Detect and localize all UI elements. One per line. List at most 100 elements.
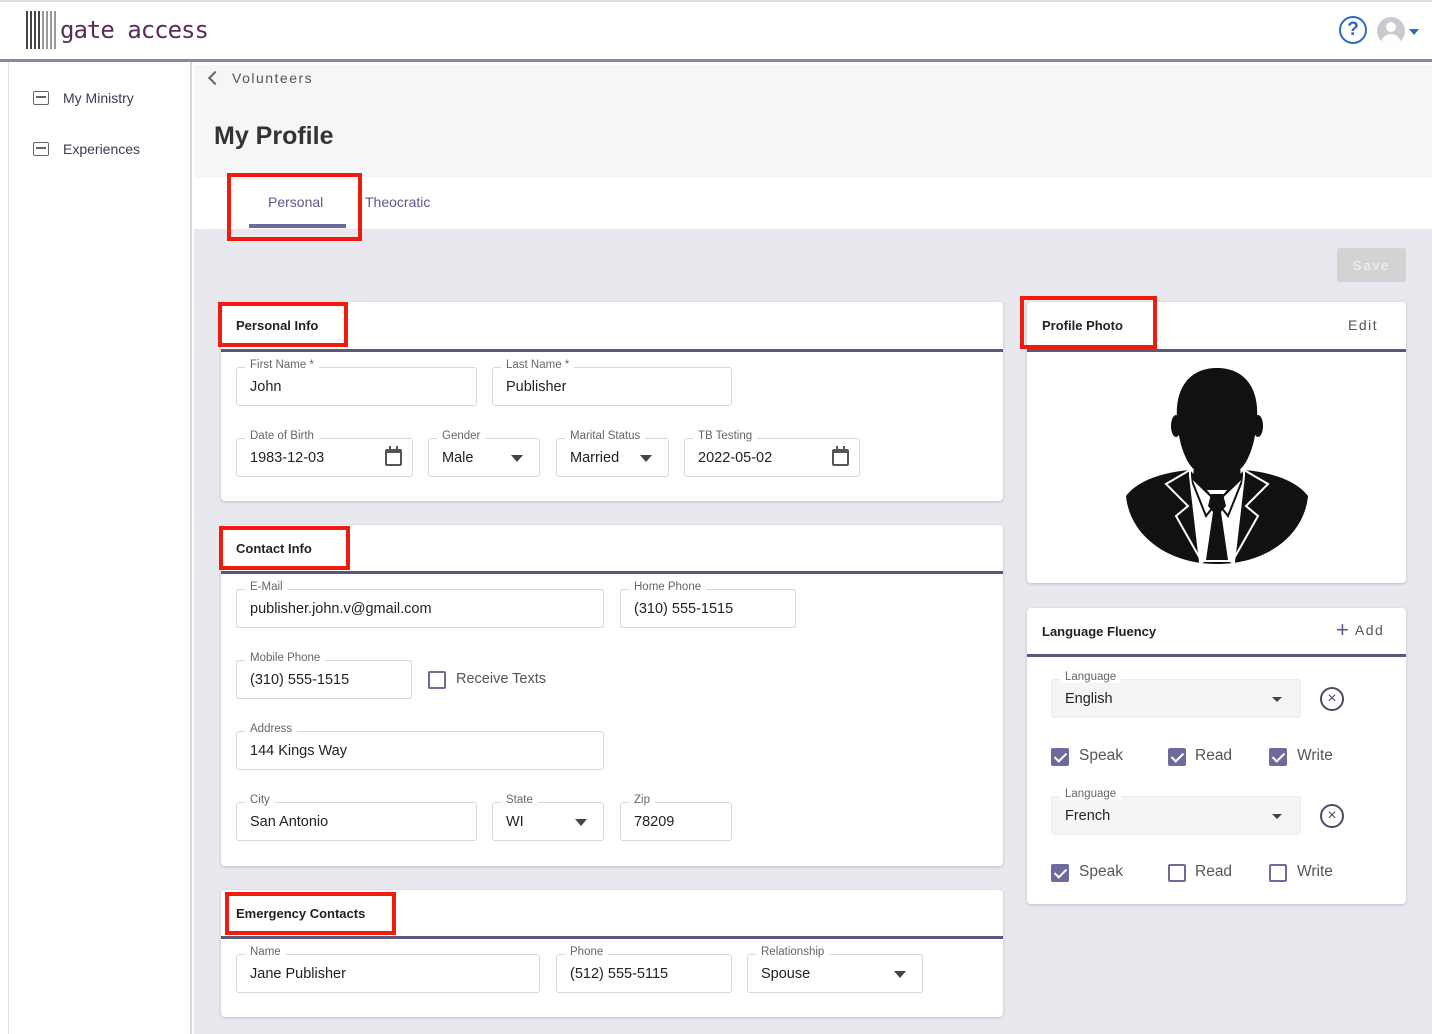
write-checkbox[interactable] <box>1269 864 1287 882</box>
highlight-box <box>219 526 350 570</box>
field-value: John <box>250 379 282 395</box>
highlight-box <box>225 892 396 935</box>
chevron-down-icon[interactable] <box>1409 29 1419 35</box>
sidebar-item-experiences[interactable]: Experiences <box>33 141 140 157</box>
state-select[interactable]: State WI <box>492 794 604 841</box>
field-value: (310) 555-1515 <box>634 601 734 617</box>
field-value: (310) 555-1515 <box>250 672 350 688</box>
save-button[interactable]: Save <box>1337 248 1406 282</box>
field-label: State <box>501 794 538 806</box>
field-value: (512) 555-5115 <box>570 966 669 982</box>
edit-photo-link[interactable]: Edit <box>1348 317 1378 333</box>
caret-down-icon <box>1272 697 1282 702</box>
speak-label: Speak <box>1079 863 1123 880</box>
logo-mark <box>26 11 56 49</box>
divider <box>221 349 1003 352</box>
email-field[interactable]: E-Mail publisher.john.v@gmail.com <box>236 581 604 628</box>
relationship-select[interactable]: Relationship Spouse <box>747 946 923 993</box>
mobile-phone-field[interactable]: Mobile Phone (310) 555-1515 <box>236 652 412 699</box>
field-value: Spouse <box>761 966 811 982</box>
field-label: Language <box>1060 788 1122 800</box>
caret-down-icon <box>511 455 523 462</box>
calendar-icon[interactable] <box>385 446 402 466</box>
field-label: Language <box>1060 671 1122 683</box>
field-value: WI <box>506 814 524 830</box>
first-name-field[interactable]: First Name * John <box>236 359 477 406</box>
divider <box>221 936 1003 939</box>
zip-field[interactable]: Zip 78209 <box>620 794 732 841</box>
language-select[interactable]: Language French <box>1051 788 1301 835</box>
language-select[interactable]: Language English <box>1051 671 1301 718</box>
field-label: Zip <box>629 794 655 806</box>
highlight-box <box>1020 296 1157 349</box>
gender-select[interactable]: Gender Male <box>428 430 540 477</box>
marital-status-select[interactable]: Marital Status Married <box>556 430 669 477</box>
address-field[interactable]: Address 144 Kings Way <box>236 723 604 770</box>
field-label: City <box>245 794 275 806</box>
remove-language-icon[interactable]: × <box>1320 804 1344 828</box>
person-silhouette-icon <box>1126 368 1308 564</box>
field-label: Gender <box>437 430 486 442</box>
last-name-field[interactable]: Last Name * Publisher <box>492 359 732 406</box>
date-of-birth-field[interactable]: Date of Birth 1983-12-03 <box>236 430 413 477</box>
caret-down-icon <box>1272 814 1282 819</box>
field-label: TB Testing <box>693 430 758 442</box>
field-value: Male <box>442 450 474 466</box>
field-value: Publisher <box>506 379 567 395</box>
plus-icon: + <box>1336 617 1349 642</box>
sidebar: My Ministry Experiences <box>8 62 192 1034</box>
field-label: First Name * <box>245 359 319 371</box>
read-checkbox[interactable] <box>1168 864 1186 882</box>
page-title: My Profile <box>214 122 334 150</box>
receive-texts-checkbox[interactable] <box>428 671 446 689</box>
user-avatar-icon[interactable] <box>1377 17 1405 45</box>
field-value: 1983-12-03 <box>250 450 325 466</box>
field-value: 2022-05-02 <box>698 450 773 466</box>
emergency-name-field[interactable]: Name Jane Publisher <box>236 946 540 993</box>
tab-theocratic[interactable]: Theocratic <box>365 194 430 210</box>
remove-language-icon[interactable]: × <box>1320 687 1344 711</box>
write-label: Write <box>1297 863 1333 880</box>
sidebar-item-label: Experiences <box>63 141 141 157</box>
city-field[interactable]: City San Antonio <box>236 794 477 841</box>
emergency-phone-field[interactable]: Phone (512) 555-5115 <box>556 946 732 993</box>
divider <box>1027 349 1406 352</box>
caret-down-icon <box>575 819 587 826</box>
caret-down-icon <box>894 971 906 978</box>
field-label: Mobile Phone <box>245 652 326 664</box>
field-label: Name <box>245 946 286 958</box>
field-label: Home Phone <box>629 581 707 593</box>
breadcrumb[interactable]: Volunteers <box>204 70 313 86</box>
field-label: Phone <box>565 946 609 958</box>
highlight-box <box>218 302 348 347</box>
field-label: Date of Birth <box>245 430 319 442</box>
field-value: San Antonio <box>250 814 329 830</box>
help-icon[interactable]: ? <box>1339 16 1367 44</box>
home-phone-field[interactable]: Home Phone (310) 555-1515 <box>620 581 796 628</box>
chevron-left-icon <box>207 70 223 86</box>
top-bar: gate access ? <box>0 0 1432 62</box>
speak-checkbox[interactable] <box>1051 864 1069 882</box>
field-value: English <box>1065 691 1113 707</box>
field-value: 78209 <box>634 814 675 830</box>
field-value: Married <box>570 450 620 466</box>
field-label: Address <box>245 723 298 735</box>
sidebar-item-label: My Ministry <box>63 90 134 106</box>
read-checkbox[interactable] <box>1168 748 1186 766</box>
app-logo[interactable]: gate access <box>26 10 209 50</box>
add-language-button[interactable]: + Add <box>1336 617 1385 642</box>
highlight-box <box>227 173 362 241</box>
read-label: Read <box>1195 863 1233 880</box>
speak-checkbox[interactable] <box>1051 748 1069 766</box>
field-label: Last Name * <box>501 359 575 371</box>
page-header <box>194 65 1432 178</box>
caret-down-icon <box>640 455 652 462</box>
tb-testing-field[interactable]: TB Testing 2022-05-02 <box>684 430 860 477</box>
write-checkbox[interactable] <box>1269 748 1287 766</box>
add-label: Add <box>1354 622 1385 638</box>
write-label: Write <box>1297 747 1333 764</box>
field-label: Marital Status <box>565 430 646 442</box>
calendar-icon[interactable] <box>832 446 849 466</box>
logo-text: gate access <box>60 16 209 44</box>
sidebar-item-my-ministry[interactable]: My Ministry <box>33 90 134 106</box>
